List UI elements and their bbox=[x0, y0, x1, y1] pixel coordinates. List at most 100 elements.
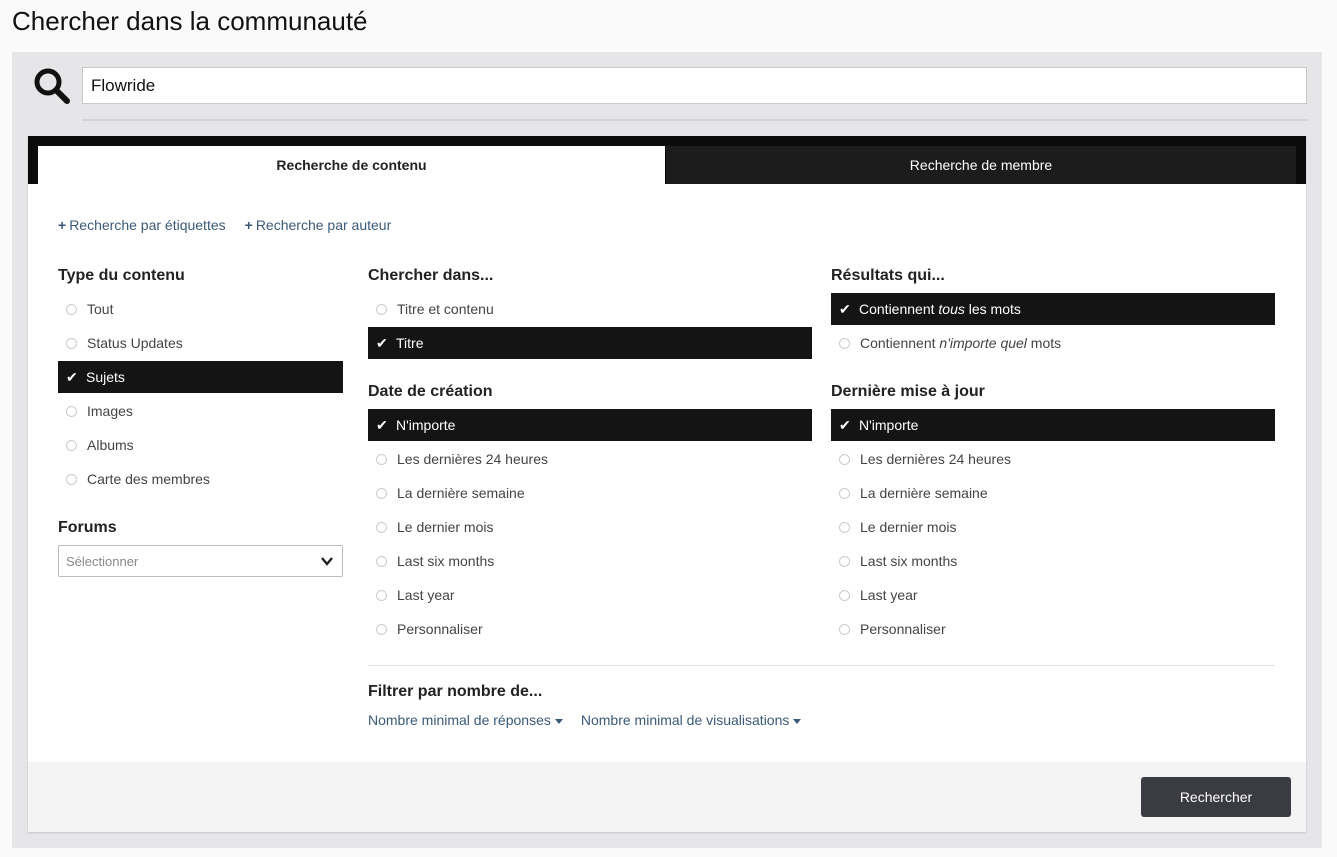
radio-icon bbox=[839, 589, 850, 601]
option-label: Sujets bbox=[86, 369, 125, 385]
option-emphasis: tous bbox=[938, 301, 965, 317]
option-text: les mots bbox=[964, 301, 1021, 317]
content-type-option[interactable]: Images bbox=[58, 395, 343, 427]
radio-icon bbox=[376, 303, 387, 315]
filter-heading: Filtrer par nombre de... bbox=[368, 683, 543, 700]
radio-icon bbox=[376, 555, 387, 567]
search-in-heading: Chercher dans... bbox=[368, 267, 494, 284]
search-panel: Recherche de contenu Recherche de membre… bbox=[28, 136, 1306, 832]
created-option[interactable]: Les dernières 24 heures bbox=[368, 443, 812, 475]
panel-footer: Rechercher bbox=[28, 762, 1306, 832]
results-heading: Résultats qui... bbox=[831, 267, 945, 284]
content-type-option-selected[interactable]: ✔ Sujets bbox=[58, 361, 343, 393]
checkmark-icon: ✔ bbox=[839, 300, 851, 317]
updated-heading: Dernière mise à jour bbox=[831, 383, 985, 400]
caret-down-icon bbox=[554, 718, 563, 724]
created-option[interactable]: La dernière semaine bbox=[368, 477, 812, 509]
option-label: Tout bbox=[87, 301, 114, 317]
option-label: Les dernières 24 heures bbox=[397, 451, 548, 467]
option-label: Last six months bbox=[397, 553, 495, 569]
radio-icon bbox=[839, 337, 850, 349]
created-option[interactable]: Last six months bbox=[368, 545, 812, 577]
add-filter-links: + Recherche par étiquettes + Recherche par… bbox=[58, 217, 391, 233]
search-input[interactable] bbox=[82, 67, 1307, 104]
option-label: Titre et contenu bbox=[397, 301, 494, 317]
created-option[interactable]: Personnaliser bbox=[368, 613, 812, 645]
content-type-option[interactable]: Carte des membres bbox=[58, 463, 343, 495]
option-emphasis: n'importe quel bbox=[939, 335, 1027, 351]
option-label: Personnaliser bbox=[397, 621, 483, 637]
radio-icon bbox=[376, 623, 387, 635]
option-text: Contiennent bbox=[860, 335, 940, 351]
updated-option[interactable]: Personnaliser bbox=[831, 613, 1275, 645]
add-author-link[interactable]: + Recherche par auteur bbox=[245, 217, 392, 233]
search-in-option[interactable]: Titre et contenu bbox=[368, 293, 812, 325]
min-replies-dropdown[interactable]: Nombre minimal de réponses bbox=[368, 712, 563, 728]
content-type-option[interactable]: Status Updates bbox=[58, 327, 343, 359]
min-views-label: Nombre minimal de visualisations bbox=[580, 712, 790, 728]
min-replies-label: Nombre minimal de réponses bbox=[368, 712, 551, 728]
tab-content-search[interactable]: Recherche de contenu bbox=[38, 146, 665, 184]
plus-icon: + bbox=[58, 217, 67, 233]
option-label: N'importe bbox=[396, 417, 456, 433]
updated-option[interactable]: Les dernières 24 heures bbox=[831, 443, 1275, 475]
radio-icon bbox=[376, 521, 387, 533]
option-label: N'importe bbox=[859, 417, 919, 433]
radio-icon bbox=[839, 453, 850, 465]
radio-icon bbox=[839, 521, 850, 533]
chevron-down-icon bbox=[321, 557, 333, 566]
checkmark-icon: ✔ bbox=[66, 368, 78, 385]
radio-icon bbox=[839, 487, 850, 499]
add-author-label: Recherche par auteur bbox=[255, 217, 392, 233]
option-label: Carte des membres bbox=[87, 471, 210, 487]
radio-icon bbox=[66, 303, 77, 315]
created-heading: Date de création bbox=[368, 383, 493, 400]
radio-icon bbox=[839, 555, 850, 567]
updated-option[interactable]: La dernière semaine bbox=[831, 477, 1275, 509]
radio-icon bbox=[66, 473, 77, 485]
radio-icon bbox=[376, 453, 387, 465]
option-label: Images bbox=[87, 403, 133, 419]
option-label: Contiennent tous les mots bbox=[859, 301, 1021, 317]
tab-member-search[interactable]: Recherche de membre bbox=[666, 146, 1296, 184]
created-option-selected[interactable]: ✔ N'importe bbox=[368, 409, 812, 441]
checkmark-icon: ✔ bbox=[839, 416, 851, 433]
radio-icon bbox=[376, 487, 387, 499]
radio-icon bbox=[376, 589, 387, 601]
forums-select[interactable]: Sélectionner bbox=[58, 545, 343, 577]
radio-icon bbox=[66, 405, 77, 417]
tab-bar: Recherche de contenu Recherche de membre bbox=[28, 136, 1306, 184]
created-option[interactable]: Last year bbox=[368, 579, 812, 611]
updated-option[interactable]: Le dernier mois bbox=[831, 511, 1275, 543]
option-label: Last six months bbox=[860, 553, 958, 569]
option-label: Last year bbox=[860, 587, 918, 603]
forums-select-value: Sélectionner bbox=[66, 553, 139, 569]
add-tags-label: Recherche par étiquettes bbox=[69, 217, 226, 233]
checkmark-icon: ✔ bbox=[376, 416, 388, 433]
option-label: Albums bbox=[87, 437, 134, 453]
content-type-option[interactable]: Tout bbox=[58, 293, 343, 325]
results-option[interactable]: Contiennent n'importe quel mots bbox=[831, 327, 1275, 359]
min-views-dropdown[interactable]: Nombre minimal de visualisations bbox=[581, 712, 802, 728]
divider bbox=[82, 119, 1307, 121]
caret-down-icon bbox=[793, 718, 802, 724]
add-tags-link[interactable]: + Recherche par étiquettes bbox=[58, 217, 226, 233]
option-label: Le dernier mois bbox=[860, 519, 957, 535]
results-option-selected[interactable]: ✔ Contiennent tous les mots bbox=[831, 293, 1275, 325]
forums-heading: Forums bbox=[58, 519, 117, 536]
plus-icon: + bbox=[244, 217, 253, 233]
updated-option[interactable]: Last year bbox=[831, 579, 1275, 611]
search-submit-button[interactable]: Rechercher bbox=[1141, 777, 1291, 817]
created-option[interactable]: Le dernier mois bbox=[368, 511, 812, 543]
updated-option-selected[interactable]: ✔ N'importe bbox=[831, 409, 1275, 441]
divider bbox=[368, 665, 1275, 666]
radio-icon bbox=[66, 337, 77, 349]
checkmark-icon: ✔ bbox=[376, 334, 388, 351]
option-text: Contiennent bbox=[859, 301, 939, 317]
search-in-option-selected[interactable]: ✔ Titre bbox=[368, 327, 812, 359]
option-label: Last year bbox=[397, 587, 455, 603]
content-type-option[interactable]: Albums bbox=[58, 429, 343, 461]
updated-option[interactable]: Last six months bbox=[831, 545, 1275, 577]
option-label: La dernière semaine bbox=[397, 485, 525, 501]
option-label: Contiennent n'importe quel mots bbox=[860, 335, 1061, 351]
